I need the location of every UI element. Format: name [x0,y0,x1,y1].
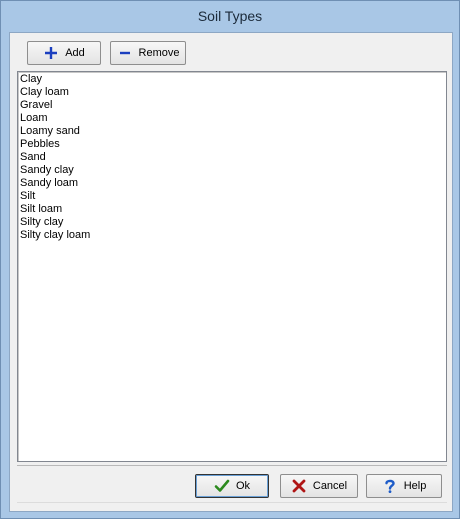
list-item[interactable]: Gravel [20,99,446,112]
x-icon [291,478,307,494]
plus-icon [43,45,59,61]
window-title: Soil Types [197,8,263,24]
dialog-client-area: Add Remove Clay Clay loam Gravel Loam Lo… [9,32,453,512]
list-item[interactable]: Sandy loam [20,177,446,190]
help-button-label: Help [403,480,427,492]
add-button-label: Add [65,47,85,59]
title-bar: Soil Types [1,1,459,31]
dialog-window: Soil Types Add Remove Clay Clay loam Gra… [0,0,460,519]
cancel-button[interactable]: Cancel [280,474,358,498]
question-mark-icon [382,478,398,494]
dialog-footer: Ok Cancel Help [17,465,447,503]
list-item[interactable]: Clay [20,73,446,86]
list-item[interactable]: Loamy sand [20,125,446,138]
list-item[interactable]: Silt loam [20,203,446,216]
ok-button-label: Ok [235,480,251,492]
checkmark-icon [214,478,230,494]
remove-button-label: Remove [138,47,180,59]
minus-icon [117,45,133,61]
list-item[interactable]: Sandy clay [20,164,446,177]
remove-button[interactable]: Remove [110,41,186,65]
soil-types-list[interactable]: Clay Clay loam Gravel Loam Loamy sand Pe… [17,71,447,462]
list-item[interactable]: Pebbles [20,138,446,151]
list-item[interactable]: Silty clay loam [20,229,446,242]
list-item[interactable]: Silty clay [20,216,446,229]
list-item[interactable]: Loam [20,112,446,125]
ok-button[interactable]: Ok [195,474,269,498]
add-button[interactable]: Add [27,41,101,65]
list-item[interactable]: Clay loam [20,86,446,99]
cancel-button-label: Cancel [312,480,348,492]
help-button[interactable]: Help [366,474,442,498]
list-item[interactable]: Sand [20,151,446,164]
list-item[interactable]: Silt [20,190,446,203]
